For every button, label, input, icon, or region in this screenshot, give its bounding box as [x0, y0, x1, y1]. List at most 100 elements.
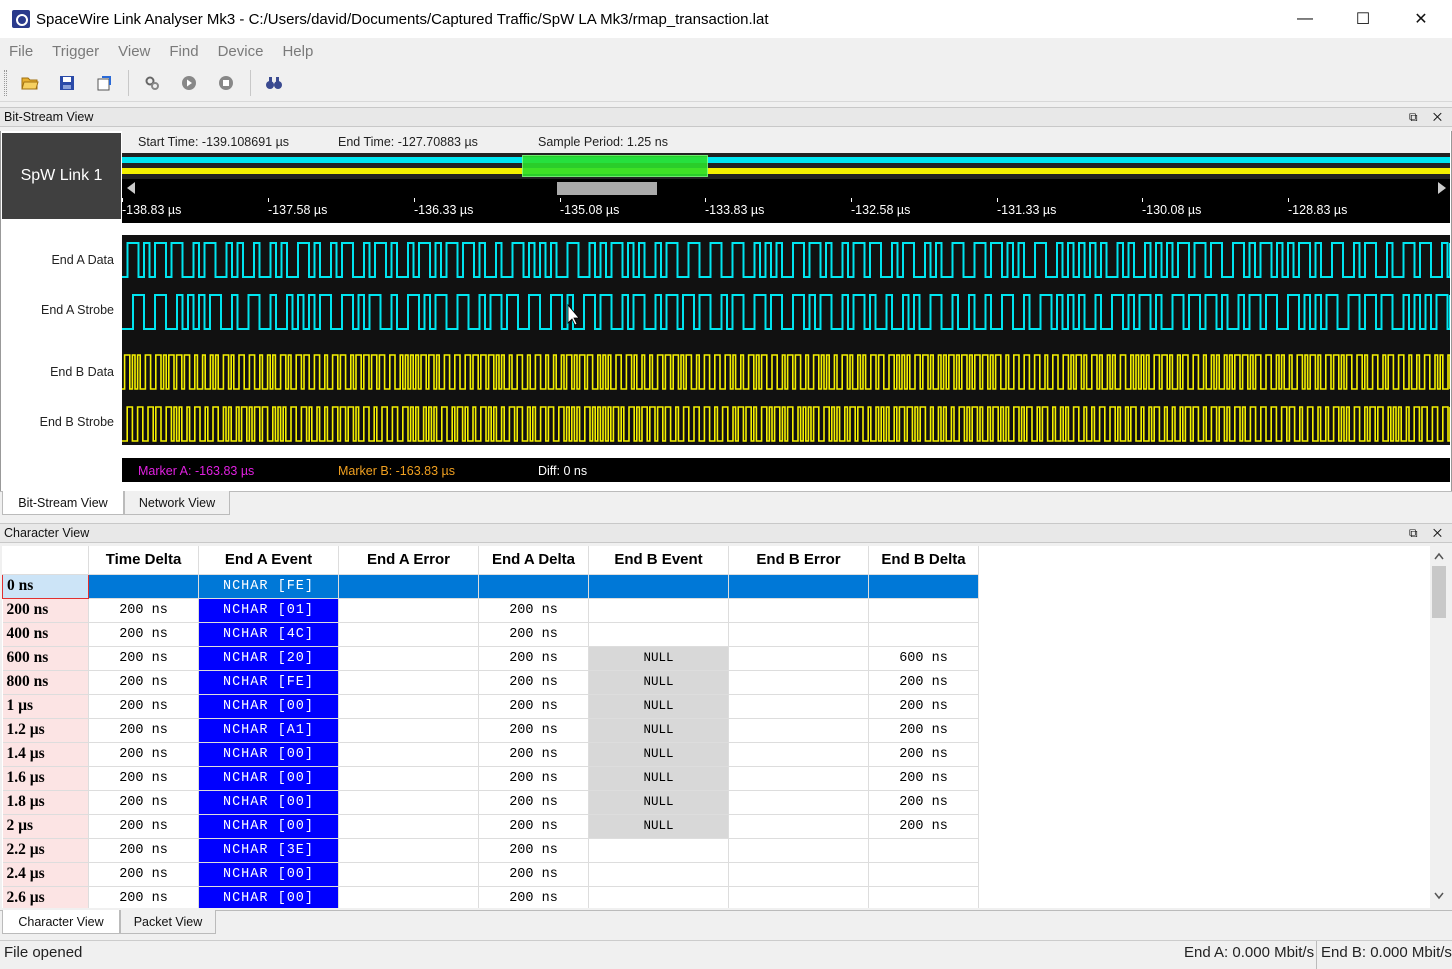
table-cell[interactable]: 200 ns — [478, 790, 589, 815]
bitstream-scroll-thumb[interactable] — [557, 182, 657, 195]
tab-bitstream-view[interactable]: Bit-Stream View — [2, 491, 124, 515]
table-cell[interactable]: 200 ns — [88, 718, 199, 743]
table-cell[interactable]: NCHAR [00] — [198, 790, 339, 815]
settings-button[interactable] — [137, 69, 167, 97]
table-cell[interactable] — [588, 886, 729, 908]
table-cell[interactable]: NCHAR [00] — [198, 766, 339, 791]
table-cell[interactable] — [478, 574, 589, 599]
row-time-cell[interactable]: 600 ns — [2, 646, 89, 671]
table-cell[interactable] — [338, 646, 479, 671]
column-header[interactable]: End B Event — [588, 546, 729, 575]
table-cell[interactable]: NCHAR [3E] — [198, 838, 339, 863]
tab-network-view[interactable]: Network View — [124, 491, 230, 515]
table-cell[interactable] — [868, 598, 979, 623]
column-header[interactable]: End B Delta — [868, 546, 979, 575]
table-cell[interactable]: 200 ns — [868, 790, 979, 815]
table-cell[interactable]: NCHAR [01] — [198, 598, 339, 623]
table-cell[interactable] — [728, 622, 869, 647]
row-time-cell[interactable]: 2.6 µs — [2, 886, 89, 908]
table-cell[interactable] — [338, 814, 479, 839]
maximize-button[interactable]: ☐ — [1334, 0, 1392, 38]
table-cell[interactable]: 200 ns — [868, 694, 979, 719]
table-cell[interactable]: NCHAR [00] — [198, 694, 339, 719]
table-cell[interactable] — [728, 862, 869, 887]
export-button[interactable] — [89, 69, 119, 97]
table-cell[interactable]: NCHAR [00] — [198, 742, 339, 767]
row-time-cell[interactable]: 2 µs — [2, 814, 89, 839]
table-cell[interactable]: 200 ns — [88, 598, 199, 623]
menu-view[interactable]: View — [118, 43, 150, 60]
table-cell[interactable] — [338, 622, 479, 647]
table-cell[interactable]: 200 ns — [88, 790, 199, 815]
menu-device[interactable]: Device — [218, 43, 264, 60]
table-cell[interactable] — [338, 742, 479, 767]
table-row[interactable]: 1.8 µs 200 ns NCHAR [00] 200 ns NULL 200 ns — [2, 790, 979, 815]
table-cell[interactable]: 200 ns — [868, 670, 979, 695]
table-cell[interactable]: 200 ns — [868, 766, 979, 791]
table-cell[interactable] — [728, 574, 869, 599]
table-cell[interactable] — [88, 574, 199, 599]
scroll-left-icon[interactable] — [127, 182, 135, 194]
table-cell[interactable]: 200 ns — [88, 646, 199, 671]
stop-button[interactable] — [211, 69, 241, 97]
table-row[interactable]: 0 ns NCHAR [FE] — [2, 573, 979, 599]
table-cell[interactable]: 200 ns — [478, 742, 589, 767]
table-row[interactable]: 1.6 µs 200 ns NCHAR [00] 200 ns NULL 200 ns — [2, 766, 979, 791]
table-cell[interactable]: NULL — [588, 646, 729, 671]
table-cell[interactable] — [728, 838, 869, 863]
table-cell[interactable]: 200 ns — [88, 838, 199, 863]
menu-help[interactable]: Help — [282, 43, 313, 60]
table-cell[interactable] — [868, 862, 979, 887]
table-cell[interactable]: 600 ns — [868, 646, 979, 671]
table-cell[interactable] — [588, 838, 729, 863]
table-cell[interactable] — [728, 646, 869, 671]
table-cell[interactable]: 200 ns — [478, 766, 589, 791]
table-cell[interactable]: 200 ns — [478, 622, 589, 647]
table-cell[interactable] — [338, 838, 479, 863]
table-row[interactable]: 200 ns 200 ns NCHAR [01] 200 ns — [2, 598, 979, 623]
table-cell[interactable]: 200 ns — [478, 886, 589, 908]
table-cell[interactable]: 200 ns — [478, 670, 589, 695]
table-cell[interactable]: 200 ns — [88, 814, 199, 839]
table-cell[interactable]: NULL — [588, 790, 729, 815]
tab-character-view[interactable]: Character View — [2, 910, 120, 934]
waveform-display[interactable] — [122, 235, 1450, 445]
minimize-button[interactable]: — — [1276, 0, 1334, 38]
table-cell[interactable]: NULL — [588, 694, 729, 719]
row-time-cell[interactable]: 0 ns — [2, 573, 89, 599]
table-cell[interactable]: 200 ns — [868, 814, 979, 839]
table-cell[interactable]: NULL — [588, 814, 729, 839]
save-button[interactable] — [52, 69, 82, 97]
table-cell[interactable]: NCHAR [FE] — [198, 670, 339, 695]
table-cell[interactable] — [728, 718, 869, 743]
table-cell[interactable]: 200 ns — [88, 862, 199, 887]
table-cell[interactable] — [728, 766, 869, 791]
table-cell[interactable] — [728, 694, 869, 719]
table-cell[interactable]: NULL — [588, 766, 729, 791]
character-panel-controls[interactable]: ⧉ ✕ — [1409, 526, 1448, 541]
table-cell[interactable]: 200 ns — [88, 694, 199, 719]
table-cell[interactable] — [728, 814, 869, 839]
table-cell[interactable] — [588, 862, 729, 887]
table-cell[interactable] — [868, 622, 979, 647]
row-time-cell[interactable]: 2.2 µs — [2, 838, 89, 863]
table-cell[interactable] — [588, 598, 729, 623]
bitstream-panel-controls[interactable]: ⧉ ✕ — [1409, 110, 1448, 125]
row-time-cell[interactable]: 800 ns — [2, 670, 89, 695]
scroll-up-icon[interactable] — [1434, 552, 1444, 560]
table-row[interactable]: 1 µs 200 ns NCHAR [00] 200 ns NULL 200 ns — [2, 694, 979, 719]
table-cell[interactable]: NULL — [588, 670, 729, 695]
table-cell[interactable]: 200 ns — [478, 598, 589, 623]
tab-packet-view[interactable]: Packet View — [120, 910, 216, 934]
column-header[interactable]: Time Delta — [88, 546, 199, 575]
table-cell[interactable] — [588, 622, 729, 647]
overview-view-window[interactable] — [522, 155, 708, 177]
table-cell[interactable] — [338, 718, 479, 743]
table-cell[interactable]: 200 ns — [88, 886, 199, 908]
table-cell[interactable] — [338, 790, 479, 815]
row-time-cell[interactable]: 1.4 µs — [2, 742, 89, 767]
column-header[interactable]: End A Error — [338, 546, 479, 575]
table-cell[interactable] — [728, 598, 869, 623]
row-time-cell[interactable]: 1 µs — [2, 694, 89, 719]
table-cell[interactable]: 200 ns — [478, 862, 589, 887]
